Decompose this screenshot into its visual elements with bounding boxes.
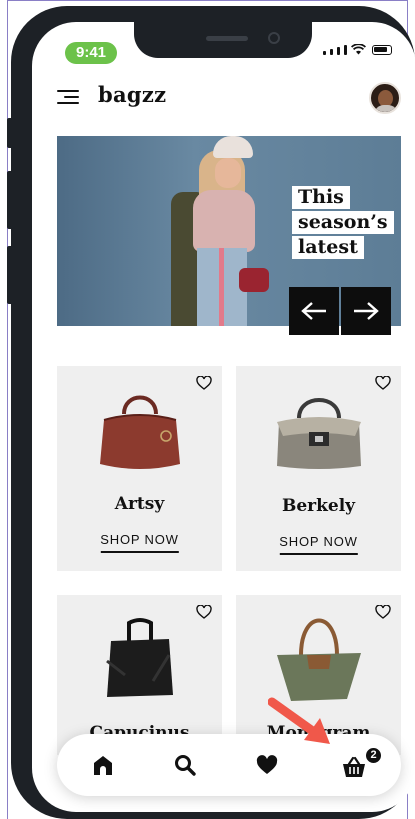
product-card[interactable]: Capucinus — [57, 595, 222, 755]
product-image — [105, 618, 173, 697]
status-time: 9:41 — [65, 42, 117, 64]
hero-next-button[interactable] — [341, 287, 391, 335]
product-image — [276, 618, 361, 701]
arrow-right-icon — [354, 302, 379, 320]
hero-prev-button[interactable] — [289, 287, 339, 335]
basket-icon[interactable] — [342, 755, 366, 779]
heart-outline-icon[interactable] — [196, 376, 212, 390]
product-image — [276, 398, 361, 469]
bottom-navigation: 2 — [57, 734, 401, 796]
brand-logo: bagzz — [98, 82, 167, 107]
signal-bar — [344, 45, 347, 55]
front-camera — [268, 32, 280, 44]
mute-switch — [7, 118, 15, 148]
hero-caption-line: This — [292, 186, 350, 209]
menu-icon[interactable] — [57, 90, 81, 106]
hero-model-image — [167, 136, 287, 326]
signal-bar — [337, 47, 340, 55]
product-name: Berkely — [281, 496, 356, 516]
heart-outline-icon[interactable] — [375, 376, 391, 390]
status-icons — [323, 44, 392, 55]
avatar[interactable] — [369, 82, 401, 114]
volume-down-button — [7, 246, 15, 304]
signal-bar — [323, 51, 326, 55]
search-icon[interactable] — [173, 753, 197, 777]
shop-now-link[interactable]: SHOP NOW — [100, 532, 179, 553]
product-card[interactable]: Berkely SHOP NOW — [236, 366, 401, 571]
wifi-icon — [351, 44, 366, 55]
signal-bar — [330, 49, 333, 55]
hero-caption-line: latest — [292, 236, 364, 259]
hero-caption: This season’s latest — [292, 186, 394, 259]
shop-now-link[interactable]: SHOP NOW — [279, 534, 358, 555]
product-image — [99, 395, 180, 469]
home-icon[interactable] — [91, 753, 115, 777]
hero-caption-line: season’s — [292, 211, 394, 234]
battery-icon — [372, 45, 392, 55]
pointer-arrow-icon — [268, 697, 330, 744]
arrow-left-icon — [301, 302, 326, 320]
heart-outline-icon[interactable] — [196, 605, 212, 619]
product-card[interactable]: Artsy SHOP NOW — [57, 366, 222, 571]
notch — [134, 22, 312, 58]
speaker — [206, 36, 248, 41]
cart-count-badge: 2 — [364, 746, 383, 765]
phone-frame: 9:41 bagzz This season’s latest Artsy SH… — [7, 6, 415, 819]
product-name: Artsy — [114, 494, 165, 514]
volume-up-button — [7, 171, 15, 229]
heart-filled-icon[interactable] — [255, 753, 279, 777]
app-screen: 9:41 bagzz This season’s latest Artsy SH… — [32, 22, 415, 812]
heart-outline-icon[interactable] — [375, 605, 391, 619]
